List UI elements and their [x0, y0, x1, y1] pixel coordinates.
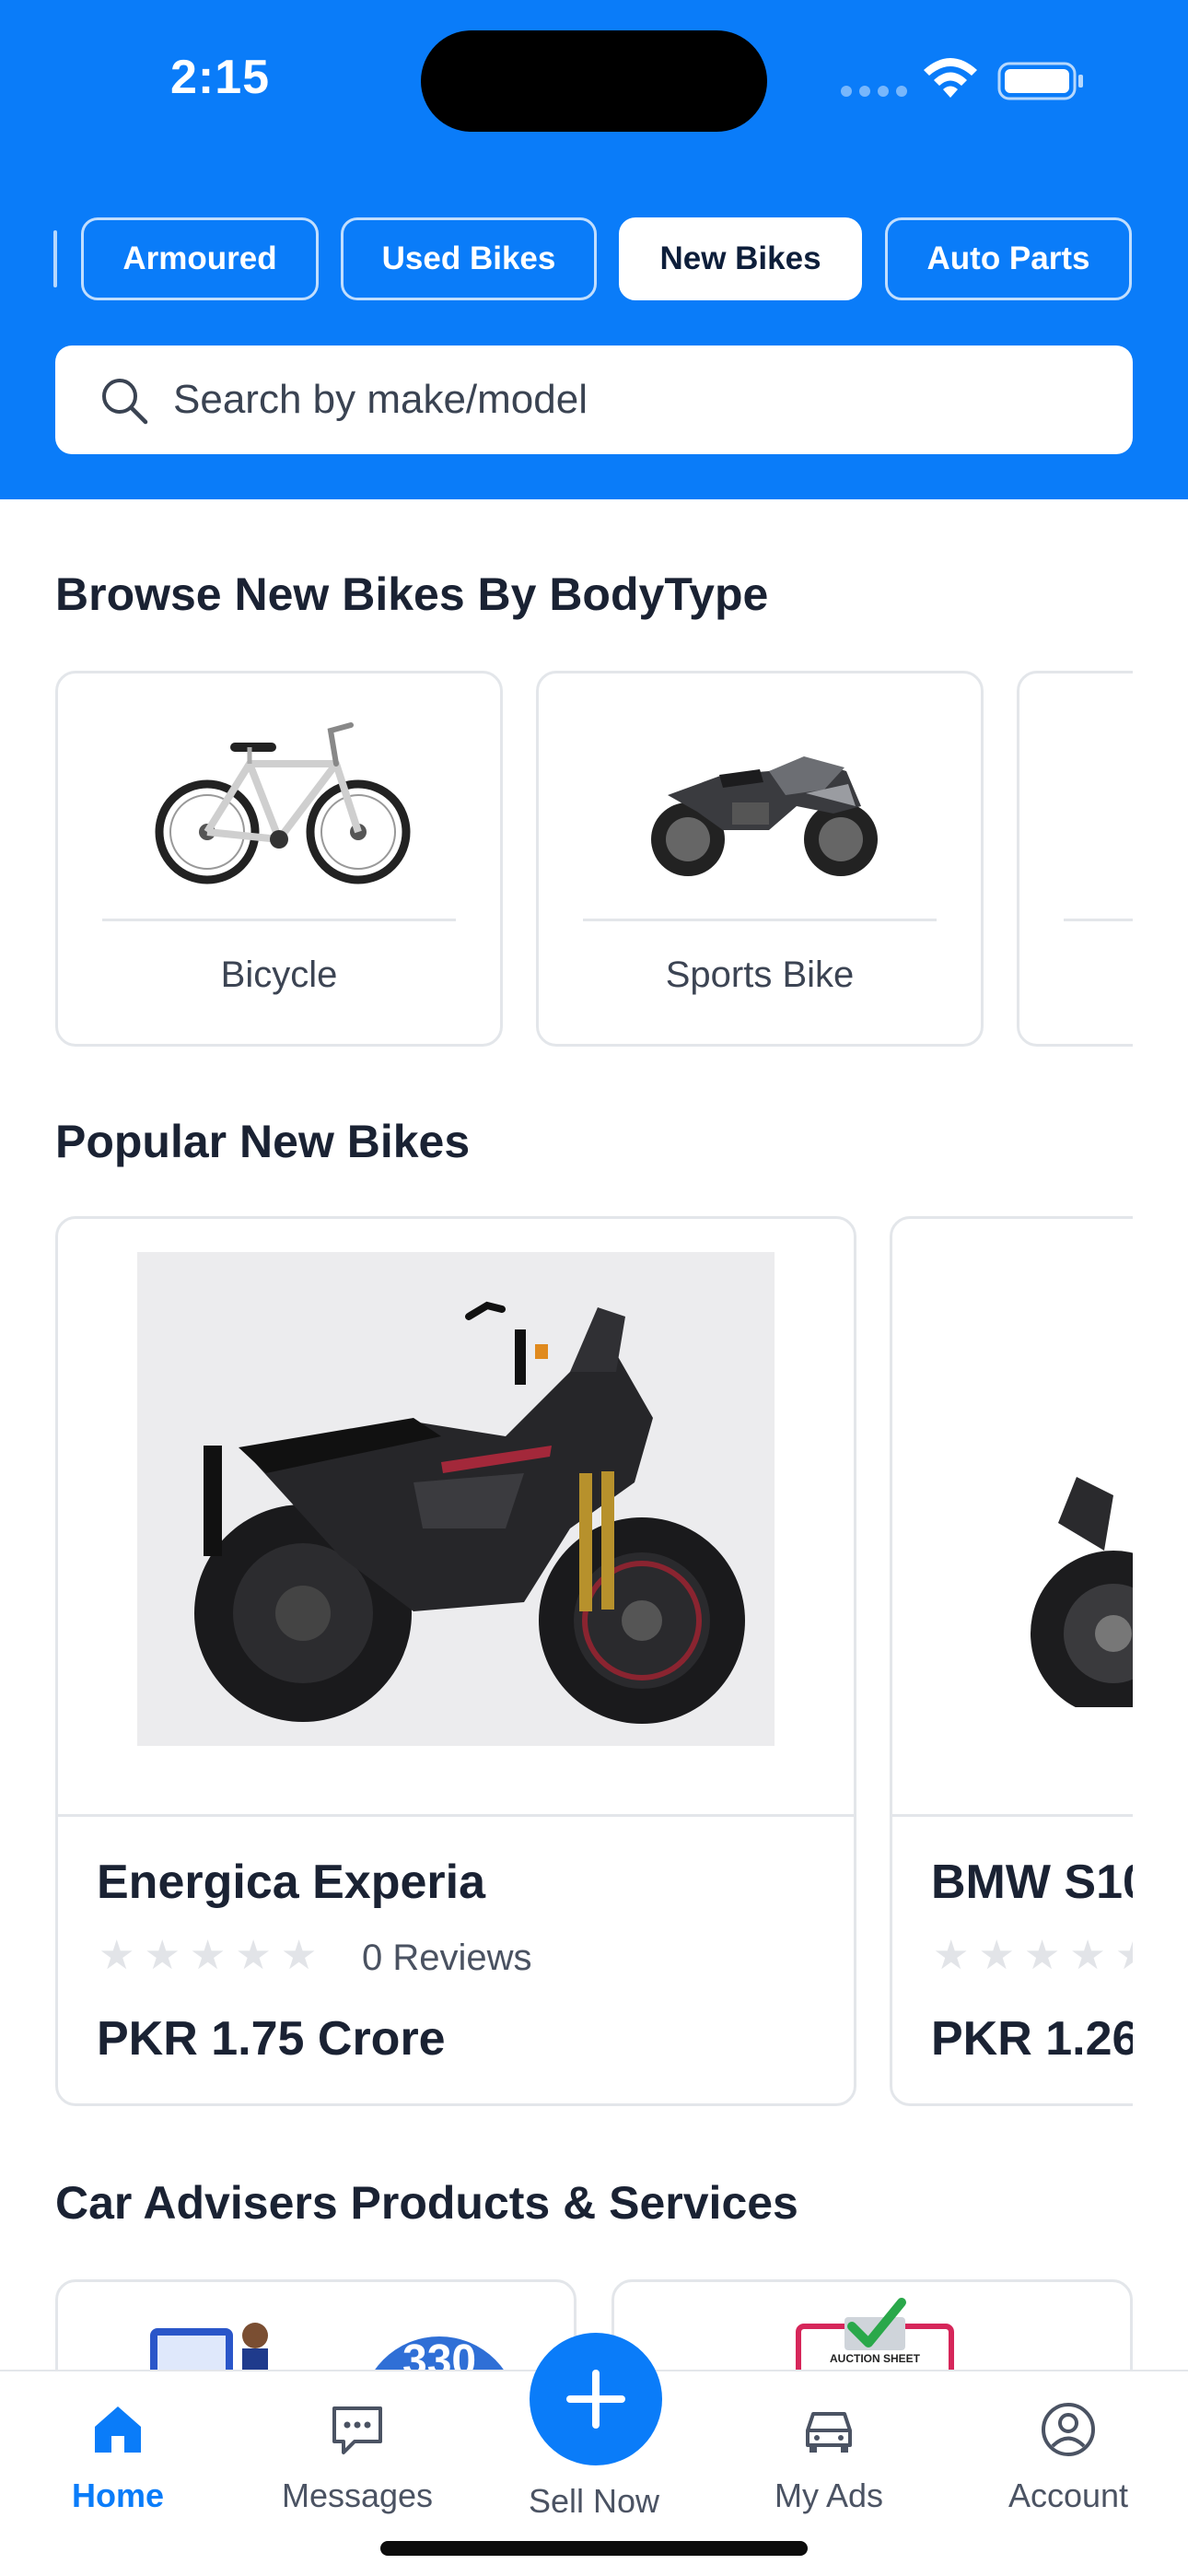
- star-icon: ★: [280, 1933, 318, 1978]
- chip-label: New Bikes: [659, 240, 821, 276]
- bike-card-energica-experia[interactable]: Energica Experia ★ ★ ★ ★ ★ 0 Reviews PKR…: [55, 1216, 856, 2106]
- section-title-services: Car Advisers Products & Services: [55, 2177, 798, 2229]
- star-icon: ★: [189, 1933, 227, 1978]
- chip-label: Auto Parts: [926, 240, 1090, 276]
- tab-label: Home: [71, 2476, 165, 2514]
- battery-icon: [997, 62, 1083, 100]
- bike-name: BMW S10: [931, 1856, 1149, 1909]
- body-type-card-bicycle[interactable]: Bicycle: [55, 671, 503, 1047]
- body-type-label: Sports Bike: [665, 954, 855, 995]
- star-icon: ★: [978, 1933, 1015, 1978]
- header: 2:15 Armoured Used Bikes New Bikes Auto …: [0, 0, 1188, 499]
- category-chips: Armoured Used Bikes New Bikes Auto Parts: [0, 217, 1188, 302]
- chip-used-bikes[interactable]: Used Bikes: [341, 217, 597, 300]
- review-count: 0 Reviews: [362, 1938, 532, 1978]
- bike-price: PKR 1.26: [931, 2012, 1139, 2066]
- star-icon: ★: [933, 1933, 970, 1978]
- tab-label: Messages: [281, 2476, 434, 2514]
- messages-icon: [332, 2406, 382, 2454]
- body-type-card-sports-bike[interactable]: Sports Bike: [536, 671, 984, 1047]
- status-time: 2:15: [170, 51, 271, 104]
- cellular-signal-icon: [841, 86, 907, 97]
- home-indicator: [380, 2541, 808, 2556]
- plus-icon: [566, 2370, 625, 2429]
- bike-price: PKR 1.75 Crore: [97, 2012, 446, 2066]
- chip-label: Armoured: [122, 240, 277, 276]
- star-icon: ★: [235, 1933, 272, 1978]
- motorbike-image: [194, 1301, 745, 1724]
- search-bar[interactable]: [55, 345, 1133, 454]
- star-icon: ★: [1069, 1933, 1106, 1978]
- sports-bike-image: [651, 756, 878, 876]
- rating-stars: ★ ★ ★ ★ ★: [99, 1936, 317, 1976]
- car-icon: [806, 2412, 852, 2453]
- tab-home[interactable]: Home: [17, 2399, 219, 2515]
- account-icon: [1042, 2403, 1095, 2456]
- tab-label: My Ads: [774, 2476, 884, 2514]
- tab-label: Account: [1007, 2476, 1129, 2514]
- home-icon: [95, 2406, 141, 2453]
- chip-armoured[interactable]: Armoured: [81, 217, 319, 300]
- chip-new-bikes[interactable]: New Bikes: [619, 217, 862, 300]
- card-divider: [583, 919, 937, 921]
- dynamic-island: [421, 30, 767, 132]
- star-icon: ★: [99, 1933, 135, 1978]
- tab-account[interactable]: Account: [967, 2399, 1170, 2515]
- section-title-body-types: Browse New Bikes By BodyType: [55, 568, 769, 620]
- chip-scroll-edge: [53, 230, 57, 287]
- search-icon: [102, 379, 148, 425]
- auction-sheet-caption: AUCTION SHEET: [829, 2352, 920, 2365]
- bike-image: [137, 1252, 775, 1746]
- motorbike-image: [1031, 1477, 1169, 1707]
- card-divider: [102, 919, 456, 921]
- right-gutter: [1133, 645, 1188, 2303]
- search-input[interactable]: [173, 368, 1094, 432]
- chip-label: Used Bikes: [381, 240, 556, 276]
- section-title-popular: Popular New Bikes: [55, 1116, 471, 1167]
- app-screen: 2:15 Armoured Used Bikes New Bikes Auto …: [0, 0, 1188, 2576]
- bicycle-image: [155, 722, 411, 884]
- sell-now-label: Sell Now: [528, 2482, 660, 2520]
- tab-messages[interactable]: Messages: [256, 2399, 459, 2515]
- star-icon: ★: [144, 1933, 181, 1978]
- rating-stars: ★ ★ ★ ★ ★: [933, 1936, 1151, 1976]
- body-type-label: Bicycle: [220, 954, 338, 995]
- status-bar: 2:15: [0, 0, 1188, 157]
- wifi-icon: [924, 58, 977, 98]
- star-icon: ★: [1023, 1933, 1061, 1978]
- sell-now-button[interactable]: [530, 2333, 662, 2465]
- chip-auto-parts[interactable]: Auto Parts: [885, 217, 1132, 300]
- card-divider: [58, 1814, 854, 1817]
- tab-my-ads[interactable]: My Ads: [728, 2399, 930, 2515]
- bike-name: Energica Experia: [97, 1856, 485, 1909]
